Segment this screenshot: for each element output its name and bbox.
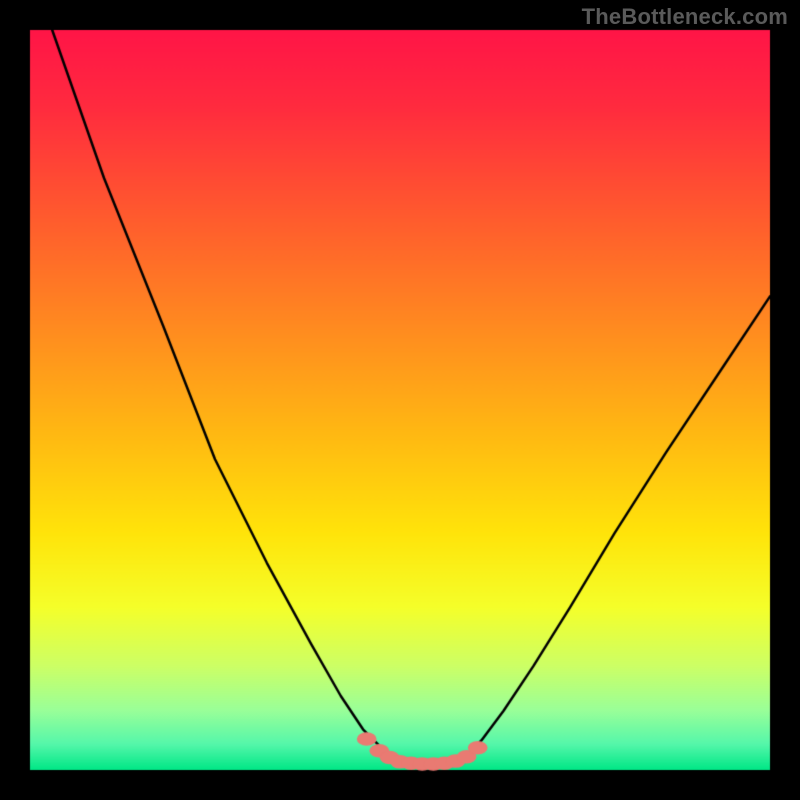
bottleneck-chart bbox=[0, 0, 800, 800]
